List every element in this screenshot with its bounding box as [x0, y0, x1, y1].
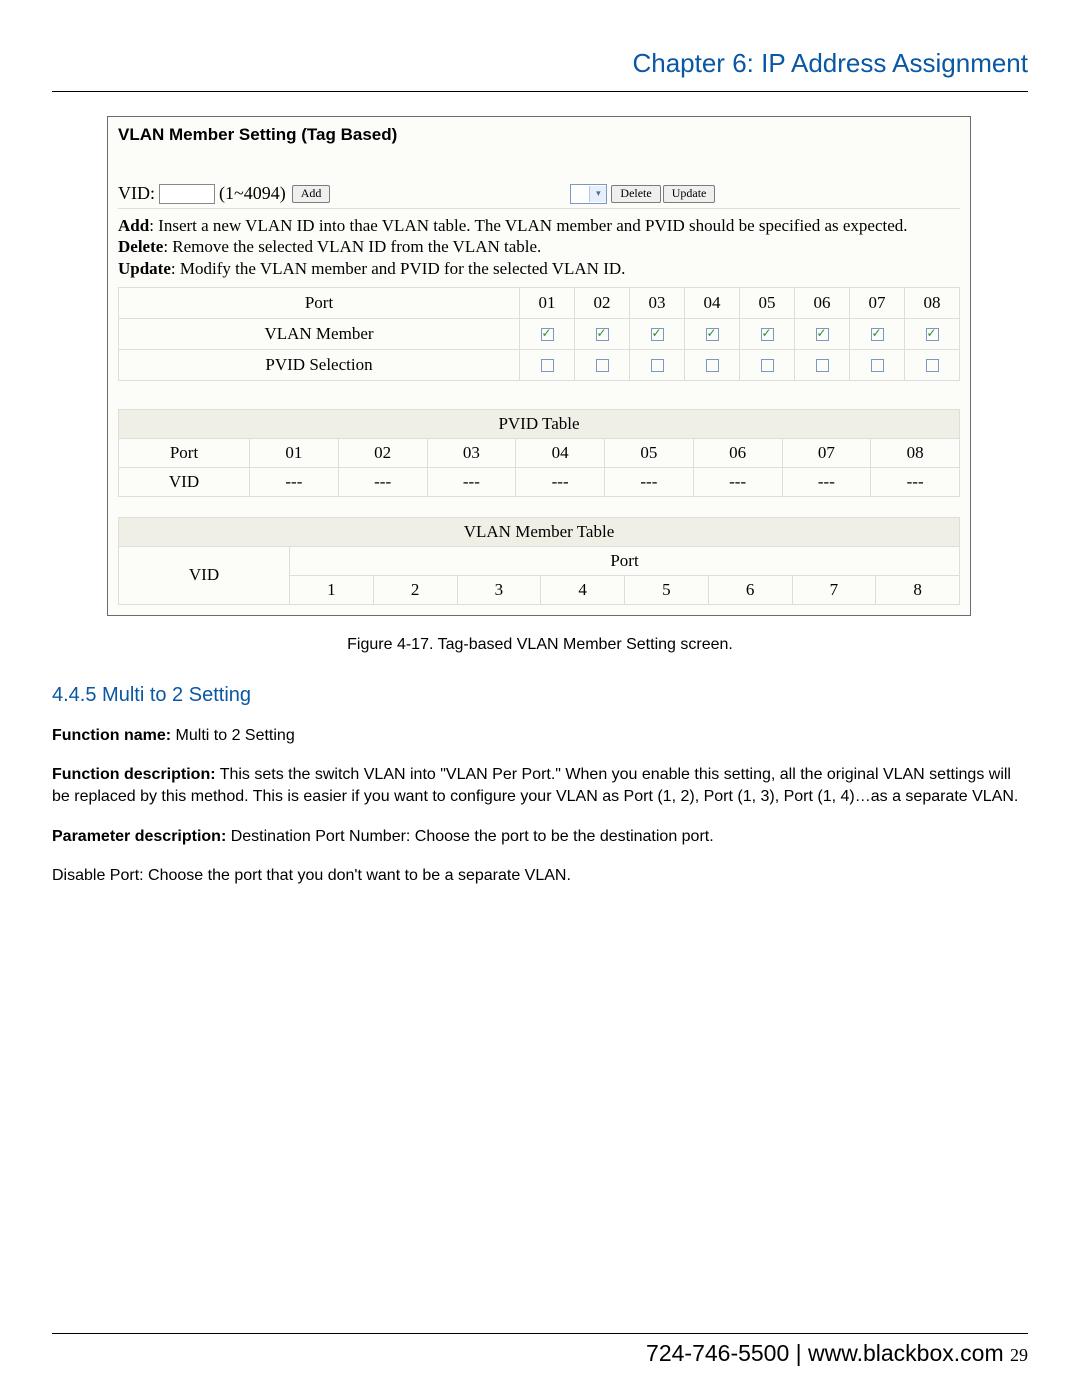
fd-label: Function description:: [52, 766, 216, 783]
pvid-port-label: Port: [119, 438, 250, 467]
pvid-checkbox[interactable]: [651, 359, 664, 372]
pvid-vid: ---: [693, 467, 782, 496]
help-add-b: Add: [118, 216, 149, 235]
pvid-checkbox[interactable]: [596, 359, 609, 372]
pvid-port: 02: [338, 438, 427, 467]
member-port: 7: [792, 575, 876, 604]
pvid-checkbox[interactable]: [706, 359, 719, 372]
member-port: 4: [541, 575, 625, 604]
member-port-label: Port: [290, 546, 960, 575]
pvid-checkbox[interactable]: [871, 359, 884, 372]
member-port: 6: [708, 575, 792, 604]
function-name-para: Function name: Multi to 2 Setting: [52, 725, 1028, 747]
pvid-vid: ---: [871, 467, 960, 496]
pvid-vid: ---: [427, 467, 516, 496]
pvid-vid: ---: [605, 467, 694, 496]
delete-button[interactable]: Delete: [611, 185, 660, 203]
panel-title: VLAN Member Setting (Tag Based): [108, 117, 970, 181]
chapter-title: Chapter 6: IP Address Assignment: [52, 48, 1028, 79]
pd-label: Parameter description:: [52, 828, 226, 845]
pvid-vid-label: VID: [119, 467, 250, 496]
member-port: 1: [290, 575, 374, 604]
pvid-port: 01: [250, 438, 339, 467]
footer-sep: |: [789, 1340, 808, 1366]
pvid-checkbox[interactable]: [541, 359, 554, 372]
help-delete-b: Delete: [118, 237, 163, 256]
pd-value: Destination Port Number: Choose the port…: [226, 828, 713, 845]
pvid-table: PVID Table Port 01 02 03 04 05 06 07 08 …: [118, 409, 960, 497]
pvid-port: 04: [516, 438, 605, 467]
port-col: 04: [685, 287, 740, 318]
header-rule: [52, 91, 1028, 92]
pvid-port: 06: [693, 438, 782, 467]
row-port-label: Port: [119, 287, 520, 318]
parameter-desc-para: Parameter description: Destination Port …: [52, 826, 1028, 848]
row-pvid-label: PVID Selection: [119, 349, 520, 380]
pvid-port: 08: [871, 438, 960, 467]
footer-phone: 724-746-5500: [646, 1340, 789, 1366]
member-checkbox[interactable]: [541, 328, 554, 341]
pvid-checkbox[interactable]: [816, 359, 829, 372]
member-table-header: VLAN Member Table: [119, 517, 960, 546]
port-col: 06: [795, 287, 850, 318]
port-col: 08: [905, 287, 960, 318]
pvid-table-header: PVID Table: [119, 409, 960, 438]
pvid-vid: ---: [250, 467, 339, 496]
vid-select[interactable]: ▾: [570, 184, 607, 204]
member-port: 8: [876, 575, 960, 604]
vid-range: (1~4094): [215, 183, 290, 204]
port-col: 07: [850, 287, 905, 318]
function-desc-para: Function description: This sets the swit…: [52, 764, 1028, 807]
help-add-t: : Insert a new VLAN ID into thae VLAN ta…: [149, 216, 907, 235]
member-port: 5: [625, 575, 709, 604]
figure-caption: Figure 4-17. Tag-based VLAN Member Setti…: [52, 636, 1028, 654]
help-update-b: Update: [118, 259, 171, 278]
member-checkbox[interactable]: [926, 328, 939, 341]
member-checkbox[interactable]: [761, 328, 774, 341]
port-col: 05: [740, 287, 795, 318]
pvid-port: 03: [427, 438, 516, 467]
pvid-port: 07: [782, 438, 871, 467]
port-col: 01: [520, 287, 575, 318]
port-col: 02: [575, 287, 630, 318]
member-checkbox[interactable]: [706, 328, 719, 341]
page-number: 29: [1010, 1345, 1028, 1365]
member-vid-label: VID: [119, 546, 290, 604]
vid-label: VID:: [118, 183, 159, 204]
port-table: Port 01 02 03 04 05 06 07 08 VLAN Member: [118, 287, 960, 381]
pvid-checkbox[interactable]: [926, 359, 939, 372]
member-table: VLAN Member Table VID Port 1 2 3 4 5 6 7…: [118, 517, 960, 605]
vlan-panel: VLAN Member Setting (Tag Based) VID: (1~…: [107, 116, 971, 616]
pvid-port: 05: [605, 438, 694, 467]
help-delete-t: : Remove the selected VLAN ID from the V…: [163, 237, 541, 256]
pvid-vid: ---: [782, 467, 871, 496]
pvid-vid: ---: [338, 467, 427, 496]
fn-label: Function name:: [52, 727, 171, 744]
fn-value: Multi to 2 Setting: [171, 727, 295, 744]
vid-row: VID: (1~4094) Add ▾ Delete Update: [118, 181, 960, 208]
chevron-down-icon: ▾: [589, 186, 606, 202]
update-button[interactable]: Update: [663, 185, 716, 203]
help-text: Add: Insert a new VLAN ID into thae VLAN…: [118, 208, 960, 285]
pvid-checkbox[interactable]: [761, 359, 774, 372]
help-update-t: : Modify the VLAN member and PVID for th…: [171, 259, 626, 278]
member-port: 2: [373, 575, 457, 604]
row-member-label: VLAN Member: [119, 318, 520, 349]
member-checkbox[interactable]: [596, 328, 609, 341]
disable-port-para: Disable Port: Choose the port that you d…: [52, 865, 1028, 887]
vid-input[interactable]: [159, 184, 215, 204]
member-port: 3: [457, 575, 541, 604]
footer-url: www.blackbox.com: [808, 1340, 1004, 1366]
section-heading: 4.4.5 Multi to 2 Setting: [52, 684, 1028, 707]
port-col: 03: [630, 287, 685, 318]
member-checkbox[interactable]: [871, 328, 884, 341]
member-checkbox[interactable]: [651, 328, 664, 341]
member-checkbox[interactable]: [816, 328, 829, 341]
pvid-vid: ---: [516, 467, 605, 496]
add-button[interactable]: Add: [292, 185, 331, 203]
footer: 724-746-5500 | www.blackbox.com 29: [52, 1333, 1028, 1367]
